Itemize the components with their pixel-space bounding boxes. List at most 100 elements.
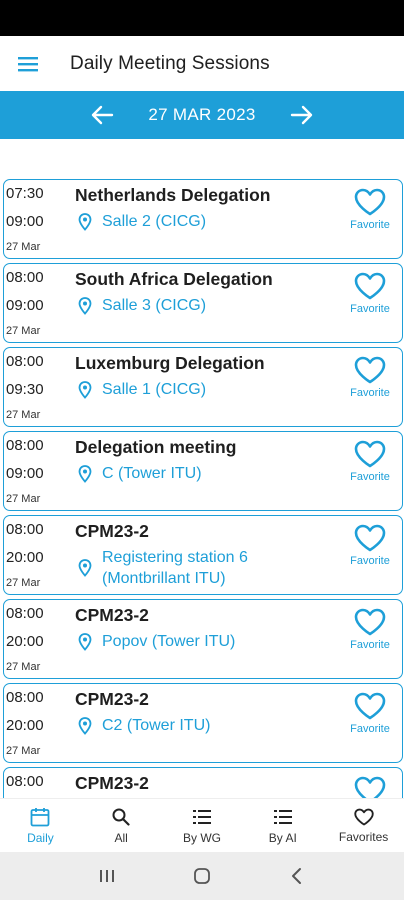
back-icon	[291, 868, 301, 884]
heart-icon	[354, 608, 386, 636]
heart-icon	[354, 776, 386, 798]
location-pin-icon	[78, 296, 92, 315]
session-title: CPM23-2	[75, 605, 149, 625]
heart-icon	[354, 356, 386, 384]
favorite-button[interactable]: Favorite	[340, 692, 400, 752]
session-title: South Africa Delegation	[75, 269, 273, 289]
heart-icon	[353, 808, 374, 825]
hamburger-menu-icon	[18, 56, 38, 71]
session-location: C2 (Tower ITU)	[78, 715, 210, 736]
list-icon	[273, 809, 292, 824]
nav-by-wg[interactable]: By WG	[162, 799, 243, 852]
favorite-label: Favorite	[350, 387, 390, 399]
session-end-time: 09:00	[6, 297, 44, 314]
session-location: Registering station 6 (Montbrillant ITU)	[78, 547, 248, 589]
session-location: C (Tower ITU)	[78, 463, 202, 484]
favorite-button[interactable]: Favorite	[340, 440, 400, 500]
nav-label: Favorites	[338, 829, 389, 844]
session-title: Delegation meeting	[75, 437, 237, 457]
back-button[interactable]	[277, 856, 317, 896]
favorite-button[interactable]	[340, 776, 400, 798]
session-title: CPM23-2	[75, 689, 149, 709]
favorite-label: Favorite	[350, 639, 390, 651]
list-icon	[192, 809, 211, 824]
recent-apps-button[interactable]	[87, 856, 127, 896]
session-location-text: C2 (Tower ITU)	[102, 717, 211, 734]
session-day: 27 Mar	[6, 577, 41, 589]
session-location-line1: Registering station 6	[102, 549, 248, 566]
session-end-time: 09:30	[6, 381, 44, 398]
session-card[interactable]: 08:00 20:00 27 Mar CPM23-2 Popov (Tower …	[3, 599, 403, 679]
session-location: Salle 2 (CICG)	[78, 211, 206, 232]
favorite-button[interactable]: Favorite	[340, 608, 400, 668]
favorite-button[interactable]: Favorite	[340, 188, 400, 248]
status-bar	[0, 0, 404, 36]
heart-icon	[354, 692, 386, 720]
favorite-label: Favorite	[350, 471, 390, 483]
session-card[interactable]: 07:30 09:00 27 Mar Netherlands Delegatio…	[3, 179, 403, 259]
location-pin-icon	[78, 559, 92, 577]
home-icon	[194, 868, 210, 884]
session-location: Popov (Tower ITU)	[78, 631, 235, 652]
search-icon	[112, 808, 130, 826]
session-location-text: Salle 2 (CICG)	[102, 213, 207, 230]
system-navigation-bar	[0, 852, 404, 900]
app-bar: Daily Meeting Sessions	[0, 36, 404, 91]
session-card[interactable]: 08:00 20:00 27 Mar CPM23-2 C2 (Tower ITU…	[3, 683, 403, 763]
session-end-time: 20:00	[6, 633, 44, 650]
session-end-time: 09:00	[6, 465, 44, 482]
current-date: 27 MAR 2023	[148, 105, 256, 124]
nav-all[interactable]: All	[81, 799, 162, 852]
session-location-text: Salle 3 (CICG)	[102, 297, 207, 314]
session-title: Luxemburg Delegation	[75, 353, 265, 373]
menu-button[interactable]	[0, 36, 56, 91]
location-pin-icon	[78, 380, 92, 399]
previous-date-button[interactable]	[82, 95, 122, 135]
nav-label: All	[114, 830, 128, 845]
session-start-time: 08:00	[6, 521, 44, 538]
session-card[interactable]: 08:00 09:30 27 Mar Luxemburg Delegation …	[3, 347, 403, 427]
session-start-time: 08:00	[6, 437, 44, 454]
session-day: 27 Mar	[6, 325, 41, 337]
favorite-button[interactable]: Favorite	[340, 272, 400, 332]
bottom-navigation: Daily All By WG By AI Favorites	[0, 798, 404, 852]
session-start-time: 08:00	[6, 605, 44, 622]
nav-label: Daily	[27, 830, 54, 845]
favorite-button[interactable]: Favorite	[340, 524, 400, 584]
nav-daily[interactable]: Daily	[0, 799, 81, 852]
favorite-label: Favorite	[350, 723, 390, 735]
session-location: Salle 1 (CICG)	[78, 379, 206, 400]
session-start-time: 08:00	[6, 689, 44, 706]
session-location-line2: (Montbrillant ITU)	[102, 570, 226, 587]
session-location-text: Salle 1 (CICG)	[102, 381, 207, 398]
heart-icon	[354, 440, 386, 468]
session-start-time: 08:00	[6, 773, 44, 790]
favorite-button[interactable]: Favorite	[340, 356, 400, 416]
calendar-icon	[30, 807, 50, 826]
session-end-time: 20:00	[6, 549, 44, 566]
next-date-button[interactable]	[282, 95, 322, 135]
session-day: 27 Mar	[6, 661, 41, 673]
nav-by-ai[interactable]: By AI	[242, 799, 323, 852]
home-button[interactable]	[182, 856, 222, 896]
location-pin-icon	[78, 716, 92, 735]
session-card[interactable]: 08:00 09:00 27 Mar South Africa Delegati…	[3, 263, 403, 343]
session-title: CPM23-2	[75, 521, 149, 541]
nav-favorites[interactable]: Favorites	[323, 799, 404, 852]
session-card[interactable]: 08:00 20:00 27 Mar CPM23-2 Registering s…	[3, 515, 403, 595]
heart-icon	[354, 188, 386, 216]
session-card[interactable]: 08:00 09:00 27 Mar Delegation meeting C …	[3, 431, 403, 511]
nav-label: By WG	[182, 830, 221, 845]
session-start-time: 08:00	[6, 353, 44, 370]
session-list[interactable]: 07:30 09:00 27 Mar Netherlands Delegatio…	[0, 139, 404, 798]
session-card[interactable]: 08:00 CPM23-2	[3, 767, 403, 798]
favorite-label: Favorite	[350, 219, 390, 231]
nav-label: By AI	[268, 830, 297, 845]
recent-apps-icon	[100, 870, 115, 882]
heart-icon	[354, 272, 386, 300]
page-title: Daily Meeting Sessions	[70, 52, 270, 74]
session-day: 27 Mar	[6, 745, 41, 757]
heart-icon	[354, 524, 386, 552]
arrow-right-icon	[290, 105, 312, 125]
session-title: CPM23-2	[75, 773, 149, 793]
